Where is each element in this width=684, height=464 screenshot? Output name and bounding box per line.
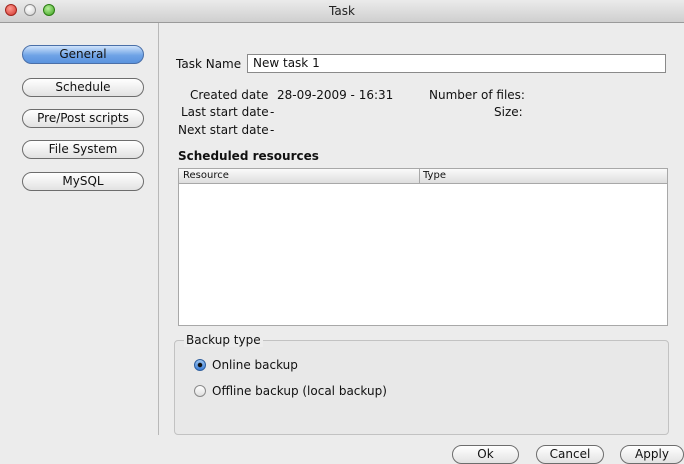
scheduled-resources-table[interactable]: Resource Type xyxy=(178,168,668,326)
next-start-date-value: - xyxy=(270,123,275,137)
number-of-files-label: Number of files: xyxy=(429,88,525,102)
sidebar: General Schedule Pre/Post scripts File S… xyxy=(0,23,159,435)
window-title: Task xyxy=(329,4,355,18)
sidebar-item-general[interactable]: General xyxy=(22,45,144,64)
sidebar-item-file-system[interactable]: File System xyxy=(22,140,144,159)
column-header-resource[interactable]: Resource xyxy=(183,169,229,182)
column-divider xyxy=(419,169,420,183)
column-header-type[interactable]: Type xyxy=(423,169,446,182)
offline-backup-radio[interactable] xyxy=(194,385,206,397)
backup-type-label: Backup type xyxy=(184,333,263,347)
ok-button[interactable]: Ok xyxy=(452,445,519,464)
scheduled-resources-heading: Scheduled resources xyxy=(178,149,319,163)
cancel-button[interactable]: Cancel xyxy=(536,445,604,464)
sidebar-item-mysql[interactable]: MySQL xyxy=(22,172,144,191)
sidebar-item-pre-post-scripts[interactable]: Pre/Post scripts xyxy=(22,109,144,128)
apply-button[interactable]: Apply xyxy=(620,445,684,464)
offline-backup-label[interactable]: Offline backup (local backup) xyxy=(212,384,387,398)
last-start-date-label: Last start date xyxy=(181,105,269,119)
button-bar: Ok Cancel Apply xyxy=(0,435,684,464)
sidebar-item-schedule[interactable]: Schedule xyxy=(22,78,144,97)
created-date-label: Created date xyxy=(190,88,269,102)
general-panel: Task Name New task 1 Created date 28-09-… xyxy=(159,23,684,435)
size-label: Size: xyxy=(494,105,523,119)
task-window: Task General Schedule Pre/Post scripts F… xyxy=(0,0,684,464)
title-bar: Task xyxy=(0,0,684,23)
last-start-date-value: - xyxy=(270,105,275,119)
task-name-input[interactable]: New task 1 xyxy=(247,54,666,73)
task-name-label: Task Name xyxy=(176,57,242,71)
next-start-date-label: Next start date xyxy=(178,123,269,137)
online-backup-radio[interactable] xyxy=(194,359,206,371)
backup-type-group: Backup type Online backup Offline backup… xyxy=(174,333,669,435)
table-header: Resource Type xyxy=(179,169,667,184)
online-backup-label[interactable]: Online backup xyxy=(212,358,298,372)
created-date-value: 28-09-2009 - 16:31 xyxy=(277,88,394,102)
